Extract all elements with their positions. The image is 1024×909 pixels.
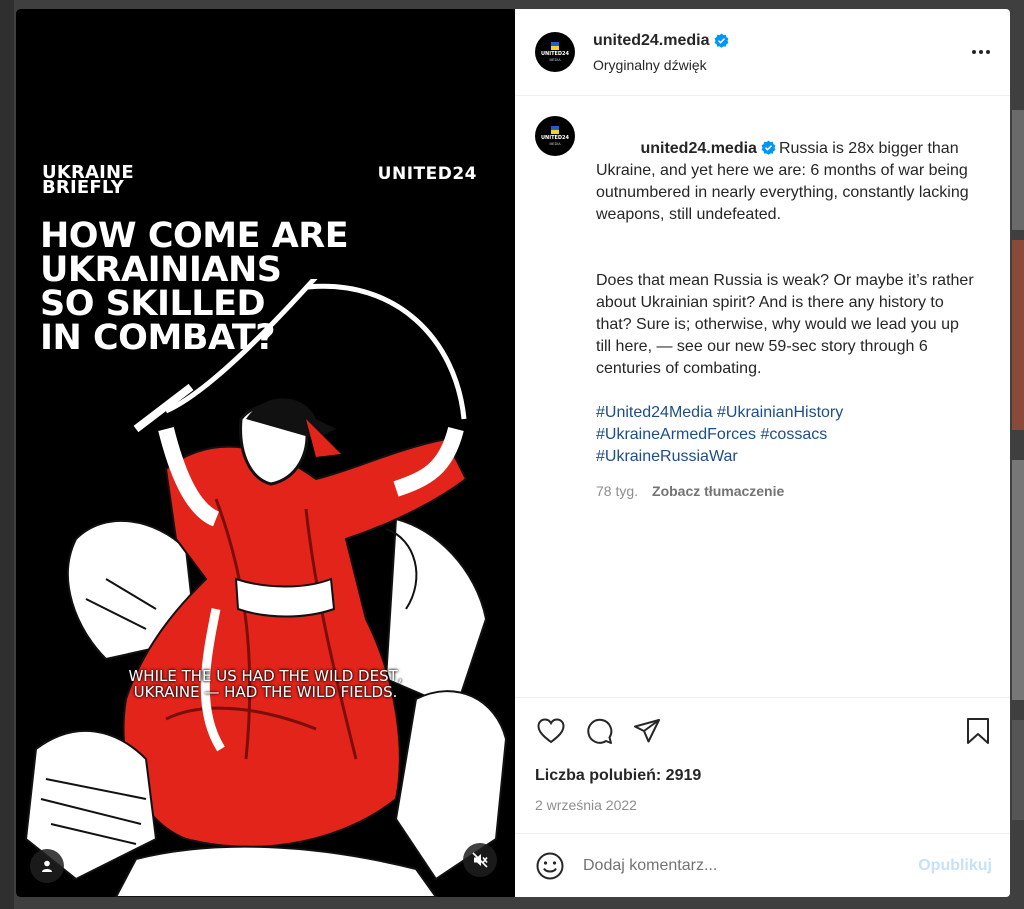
post-age[interactable]: 78 tyg. [596,480,638,502]
like-button[interactable] [535,715,567,747]
hashtag-link[interactable]: #UkraineRussiaWar [596,448,738,465]
hashtag-link[interactable]: #cossacs [761,426,828,443]
save-button[interactable] [962,715,994,747]
post-media-reel[interactable]: UKRAINE BRIEFLY UNITED24 HOW COME ARE UK… [16,9,515,897]
heart-icon [537,717,565,743]
ukraine-flag-icon [551,126,559,134]
like-count[interactable]: Liczba polubień: 2919 [515,763,1010,791]
verified-badge-icon [761,140,776,155]
comment-input[interactable] [583,856,919,875]
publish-button[interactable]: Opublikuj [918,857,992,875]
more-options-button[interactable] [968,39,994,65]
avatar[interactable]: UNITED24 MEDIA [535,32,575,72]
post-actions [515,697,1010,763]
post-details-pane: UNITED24 MEDIA united24.media Oryginalny… [515,9,1010,897]
hashtag-link[interactable]: #United24Media [596,404,713,421]
cossack-illustration [24,279,508,897]
original-audio-link[interactable]: Oryginalny dźwięk [593,57,968,73]
see-translation-link[interactable]: Zobacz tłumaczenie [652,480,784,502]
send-icon [634,718,660,742]
more-horizontal-icon [972,50,976,54]
hashtag-link[interactable]: #UkrainianHistory [717,404,843,421]
reel-headline: HOW COME ARE UKRAINIANS SO SKILLED IN CO… [40,216,349,358]
username-link[interactable]: united24.media [593,32,709,50]
united24-logo: UNITED24 [377,164,477,184]
mute-toggle-button[interactable] [463,843,497,877]
tagged-users-button[interactable] [30,849,64,883]
comment-button[interactable] [583,715,615,747]
comment-bar: Opublikuj [515,833,1010,897]
ukraine-briefly-logo: UKRAINE BRIEFLY [42,162,134,198]
person-icon [42,860,52,872]
hashtag-link[interactable]: #UkraineArmedForces [596,426,756,443]
caption-username-link[interactable]: united24.media [640,140,756,157]
emoji-icon[interactable] [535,851,565,881]
comment-icon [587,718,613,744]
speaker-muted-icon [472,852,488,868]
post-date: 2 września 2022 [535,797,637,813]
verified-badge-icon [715,33,729,48]
hashtags: #United24Media #UkrainianHistory #Ukrain… [596,402,976,468]
post-header: UNITED24 MEDIA united24.media Oryginalny… [515,9,1010,96]
bookmark-icon [967,717,989,744]
caption-avatar[interactable]: UNITED24 MEDIA [535,116,575,156]
post-caption: UNITED24 MEDIA united24.media Russia is 2… [515,96,1010,697]
video-subtitle: WHILE THE US HAD THE WILD DEST, UKRAINE … [128,667,403,701]
post-modal: UKRAINE BRIEFLY UNITED24 HOW COME ARE UK… [16,9,1010,897]
ukraine-flag-icon [551,42,559,50]
caption-paragraph-2: Does that mean Russia is weak? Or maybe … [596,272,979,377]
share-button[interactable] [631,715,663,747]
